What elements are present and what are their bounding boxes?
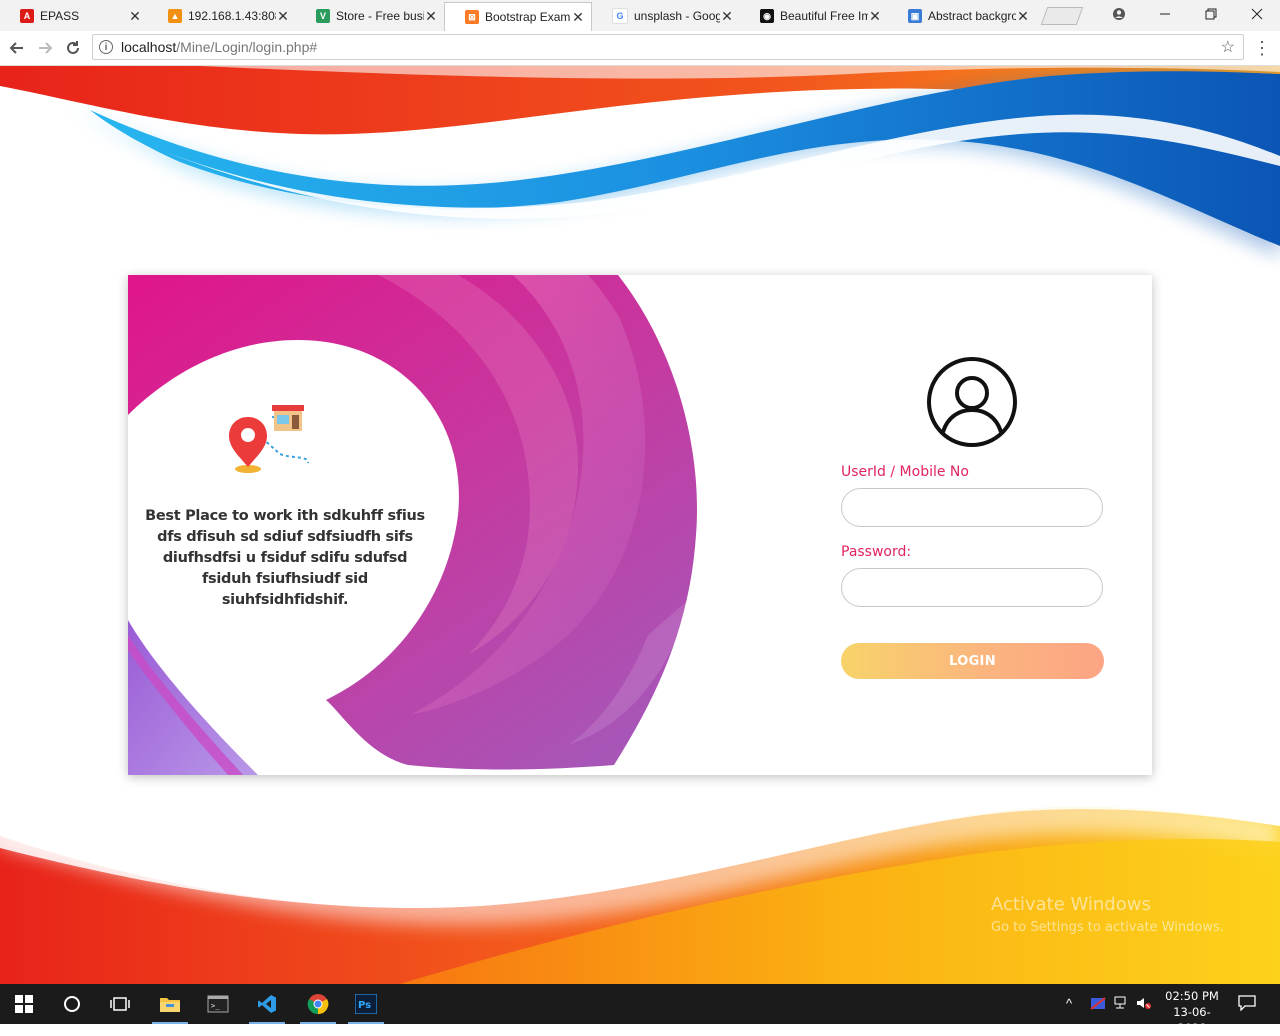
browser-menu-icon[interactable]: ⋮ (1253, 37, 1271, 59)
tab-close-icon[interactable]: ✕ (571, 9, 585, 26)
clock-date: 13-06-2018 (1173, 1005, 1211, 1035)
tab-close-icon[interactable]: ✕ (720, 8, 734, 25)
windows-taskbar: >_ Ps ^ 02:50 PM 13-06-2018 (0, 984, 1280, 1035)
tab-phpmyadmin[interactable]: ▲ 192.168.1.43:808 ✕ (148, 3, 296, 29)
tab-unsplash-google[interactable]: G unsplash - Goog ✕ (592, 3, 740, 29)
reload-button[interactable] (62, 37, 84, 59)
watermark-title: Activate Windows (991, 894, 1151, 915)
picture-icon: ▣ (908, 9, 922, 23)
photoshop-button[interactable]: Ps (342, 984, 390, 1024)
vscode-icon (258, 995, 276, 1013)
tab-close-icon[interactable]: ✕ (1016, 8, 1030, 25)
photoshop-icon: Ps (355, 994, 377, 1014)
tab-epass[interactable]: A EPASS ✕ (0, 3, 148, 29)
tab-title: EPASS (40, 9, 80, 23)
watermark-subtitle: Go to Settings to activate Windows. (991, 920, 1224, 935)
windows-logo-icon (15, 995, 33, 1013)
terminal-icon: >_ (207, 995, 229, 1013)
tray-app-icon[interactable] (1090, 996, 1106, 1013)
profile-icon[interactable] (1096, 0, 1142, 28)
userid-input[interactable] (841, 488, 1103, 527)
password-input[interactable] (841, 568, 1103, 607)
phpmyadmin-icon: ▲ (168, 9, 182, 23)
cortana-search-button[interactable] (48, 984, 96, 1024)
reload-icon (67, 41, 79, 54)
tab-close-icon[interactable]: ✕ (276, 8, 290, 25)
volume-muted-icon[interactable] (1136, 996, 1152, 1013)
user-avatar-icon (927, 357, 1017, 447)
password-label: Password: (841, 544, 912, 560)
close-window-button[interactable] (1234, 0, 1280, 28)
login-card: Best Place to work ith sdkuhff sfius dfs… (128, 275, 1152, 775)
store-v-icon: V (316, 9, 330, 23)
task-view-button[interactable] (96, 984, 144, 1024)
tab-title: Bootstrap Examp (485, 10, 571, 24)
activate-windows-watermark: Activate Windows Go to Settings to activ… (991, 894, 1224, 935)
action-center-icon[interactable] (1238, 995, 1256, 1014)
back-arrow-icon (9, 42, 23, 54)
folder-icon (160, 998, 180, 1012)
start-button[interactable] (0, 984, 48, 1024)
tab-abstract-background[interactable]: ▣ Abstract backgro ✕ (888, 3, 1036, 29)
chrome-icon (307, 994, 329, 1015)
tab-bootstrap-example[interactable]: ⊠ Bootstrap Examp ✕ (444, 2, 592, 31)
url-host: localhost (121, 39, 177, 55)
clock-time: 02:50 PM (1165, 989, 1219, 1003)
forward-arrow-icon (39, 42, 53, 54)
network-icon[interactable] (1113, 996, 1129, 1013)
svg-text:>_: >_ (211, 1002, 220, 1010)
userid-label: UserId / Mobile No (841, 464, 969, 480)
terminal-button[interactable]: >_ (194, 984, 242, 1024)
browser-toolbar: i localhost/Mine/Login/login.php# ☆ ⋮ (0, 31, 1280, 66)
promo-text: Best Place to work ith sdkuhff sfius dfs… (145, 508, 425, 608)
site-info-icon[interactable]: i (99, 40, 113, 54)
system-clock[interactable]: 02:50 PM 13-06-2018 (1160, 988, 1224, 1036)
file-explorer-button[interactable] (146, 984, 194, 1024)
url-path: /Mine/Login/login.php# (176, 39, 318, 55)
address-bar[interactable]: i localhost/Mine/Login/login.php# ☆ (92, 34, 1244, 60)
new-tab-button[interactable] (1040, 7, 1084, 25)
forward-button[interactable] (34, 37, 56, 59)
tab-title: 192.168.1.43:808 (188, 9, 276, 23)
restore-button[interactable] (1188, 0, 1234, 28)
location-store-icon (229, 405, 309, 473)
tab-close-icon[interactable]: ✕ (424, 8, 438, 25)
chrome-button[interactable] (294, 984, 342, 1024)
tab-title: Store - Free busi (336, 9, 424, 23)
browser-tab-strip: A EPASS ✕ ▲ 192.168.1.43:808 ✕ V Store -… (0, 0, 1280, 32)
back-button[interactable] (6, 37, 28, 59)
task-view-icon (110, 997, 130, 1011)
camera-icon: ◉ (760, 9, 774, 23)
angular-icon: A (20, 9, 34, 23)
minimize-button[interactable] (1142, 0, 1188, 28)
page-content: Best Place to work ith sdkuhff sfius dfs… (0, 66, 1280, 984)
tray-chevron-up-icon[interactable]: ^ (1066, 996, 1072, 1011)
xampp-icon: ⊠ (465, 10, 479, 24)
tab-title: Beautiful Free Im (780, 9, 868, 23)
svg-text:Ps: Ps (358, 1000, 371, 1011)
tab-close-icon[interactable]: ✕ (128, 8, 142, 25)
tab-beautiful-free-images[interactable]: ◉ Beautiful Free Im ✕ (740, 3, 888, 29)
login-button[interactable]: LOGIN (841, 643, 1104, 679)
tab-store[interactable]: V Store - Free busi ✕ (296, 3, 444, 29)
google-icon: G (612, 8, 628, 24)
tab-title: Abstract backgro (928, 9, 1016, 23)
tab-close-icon[interactable]: ✕ (868, 8, 882, 25)
bookmark-star-icon[interactable]: ☆ (1221, 37, 1235, 57)
tab-title: unsplash - Goog (634, 9, 720, 23)
vscode-button[interactable] (243, 984, 291, 1024)
cortana-circle-icon (64, 996, 80, 1012)
